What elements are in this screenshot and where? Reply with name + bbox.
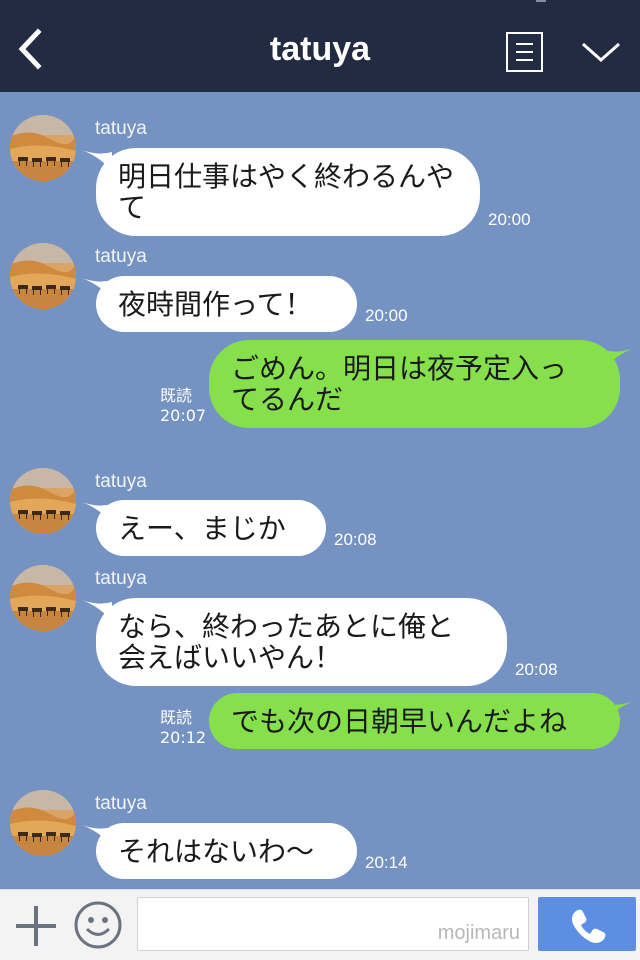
read-receipt: 既読 20:07 bbox=[160, 386, 206, 426]
message-time: 20:08 bbox=[515, 660, 558, 679]
sender-name: tatuya bbox=[95, 568, 147, 589]
sender-name: tatuya bbox=[95, 793, 147, 814]
outgoing-message[interactable]: ごめん。明日は夜予定入っ てるんだ bbox=[209, 340, 620, 428]
note-icon bbox=[516, 43, 533, 45]
sender-name: tatuya bbox=[95, 471, 147, 492]
note-button[interactable] bbox=[506, 32, 543, 72]
collapse-button[interactable] bbox=[578, 34, 624, 68]
message-time: 20:14 bbox=[365, 853, 408, 872]
avatar[interactable] bbox=[10, 468, 76, 534]
sender-name: tatuya bbox=[95, 246, 147, 267]
read-receipt: 既読 20:12 bbox=[160, 708, 206, 748]
avatar-image bbox=[10, 115, 76, 181]
message-time: 20:07 bbox=[160, 406, 207, 425]
message-text: てるんだ bbox=[231, 383, 344, 416]
message-text: なら、終わったあとに俺と bbox=[118, 610, 455, 643]
phone-icon bbox=[572, 909, 606, 943]
message-text: 夜時間作って！ bbox=[118, 287, 313, 321]
sender-name: tatuya bbox=[95, 118, 147, 139]
avatar-image bbox=[10, 468, 76, 534]
message-time: 20:12 bbox=[160, 728, 207, 747]
incoming-message[interactable]: それはないわ〜 bbox=[96, 823, 357, 879]
avatar[interactable] bbox=[10, 243, 76, 309]
chevron-down-icon bbox=[582, 42, 620, 63]
avatar-image bbox=[10, 790, 76, 856]
avatar[interactable] bbox=[10, 790, 76, 856]
message-text: 会えばいいやん！ bbox=[118, 641, 343, 674]
chat-title: tatuya bbox=[269, 30, 371, 68]
message-text: ごめん。明日は夜予定入っ bbox=[231, 352, 568, 385]
message-time: 20:00 bbox=[365, 306, 408, 325]
chat-header: tatuya bbox=[0, 0, 640, 92]
message-input[interactable]: mojimaru bbox=[137, 897, 529, 951]
read-label: 既読 bbox=[160, 708, 193, 727]
call-button[interactable] bbox=[538, 897, 636, 951]
message-text: えー、まじか bbox=[118, 511, 286, 545]
avatar[interactable] bbox=[10, 115, 76, 181]
message-text: 明日仕事はやく終わるんや bbox=[118, 160, 455, 193]
message-text: でも次の日朝早いんだよね bbox=[231, 704, 568, 738]
outgoing-message[interactable]: でも次の日朝早いんだよね bbox=[209, 693, 620, 749]
message-time: 20:08 bbox=[334, 530, 377, 549]
avatar-image bbox=[10, 243, 76, 309]
watermark: mojimaru bbox=[437, 922, 520, 944]
message-text: それはないわ〜 bbox=[118, 834, 315, 868]
avatar-image bbox=[10, 565, 76, 631]
avatar[interactable] bbox=[10, 565, 76, 631]
incoming-message[interactable]: なら、終わったあとに俺と 会えばいいやん！ bbox=[96, 598, 507, 686]
smiley-icon bbox=[74, 901, 122, 949]
message-time: 20:00 bbox=[488, 210, 531, 229]
read-label: 既読 bbox=[160, 386, 193, 405]
emoji-button[interactable] bbox=[73, 900, 123, 950]
message-text: て bbox=[118, 191, 147, 224]
incoming-message[interactable]: えー、まじか bbox=[96, 500, 326, 556]
incoming-message[interactable]: 夜時間作って！ bbox=[96, 276, 357, 332]
plus-icon bbox=[16, 906, 56, 946]
incoming-message[interactable]: 明日仕事はやく終わるんやて bbox=[96, 148, 480, 236]
add-button[interactable] bbox=[14, 904, 58, 948]
